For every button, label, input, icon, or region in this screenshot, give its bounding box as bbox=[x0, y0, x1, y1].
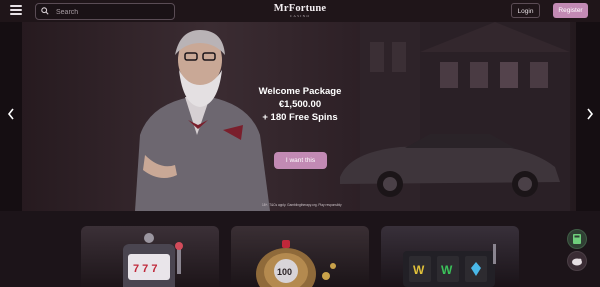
roulette-100-icon: 100 bbox=[256, 240, 336, 287]
search-field[interactable] bbox=[35, 3, 175, 20]
category-tile-slots[interactable]: 7 7 7 bbox=[81, 226, 219, 287]
promo-amount: €1,500.00 bbox=[278, 99, 322, 110]
login-button[interactable]: Login bbox=[511, 3, 540, 18]
logo[interactable]: MrFortune CASINO bbox=[262, 3, 338, 19]
chevron-right-icon bbox=[587, 108, 594, 120]
promo-title: Welcome Package bbox=[258, 86, 342, 97]
logo-subtext: CASINO bbox=[289, 14, 311, 18]
top-header: MrFortune CASINO Login Register bbox=[0, 0, 600, 23]
prev-slide-arrow[interactable] bbox=[6, 107, 16, 121]
calculator-icon bbox=[573, 234, 581, 244]
category-tile-roulette[interactable]: 100 bbox=[231, 226, 369, 287]
register-button[interactable]: Register bbox=[553, 3, 588, 18]
calculator-button[interactable] bbox=[567, 229, 587, 249]
rewards-button[interactable] bbox=[567, 251, 587, 271]
car-image bbox=[340, 134, 560, 197]
svg-text:W: W bbox=[413, 263, 425, 277]
category-tile-reels[interactable]: W W bbox=[381, 226, 519, 287]
logo-text: MrFortune bbox=[273, 3, 327, 14]
terms-disclaimer: 18+. T&Cs apply. Gamblingtherapy.org. Pl… bbox=[262, 203, 342, 207]
game-category-section: 7 7 7 100 W W bbox=[0, 211, 600, 287]
claim-bonus-button[interactable]: I want this bbox=[274, 152, 327, 169]
reels-icon: W W bbox=[403, 244, 496, 287]
svg-text:7 7 7: 7 7 7 bbox=[133, 263, 157, 275]
piggy-bank-icon bbox=[572, 258, 582, 266]
promo-text: Welcome Package €1,500.00 + 180 Free Spi… bbox=[244, 85, 356, 124]
promo-spins: + 180 Free Spins bbox=[262, 112, 338, 123]
menu-icon[interactable] bbox=[10, 5, 22, 15]
hero-banner: Welcome Package €1,500.00 + 180 Free Spi… bbox=[0, 22, 600, 211]
search-icon bbox=[41, 7, 49, 15]
svg-text:W: W bbox=[441, 263, 453, 277]
chevron-left-icon bbox=[7, 108, 14, 120]
svg-text:100: 100 bbox=[277, 267, 292, 277]
search-input[interactable] bbox=[54, 5, 168, 19]
next-slide-arrow[interactable] bbox=[585, 107, 595, 121]
slot-machine-icon: 7 7 7 bbox=[123, 233, 183, 287]
